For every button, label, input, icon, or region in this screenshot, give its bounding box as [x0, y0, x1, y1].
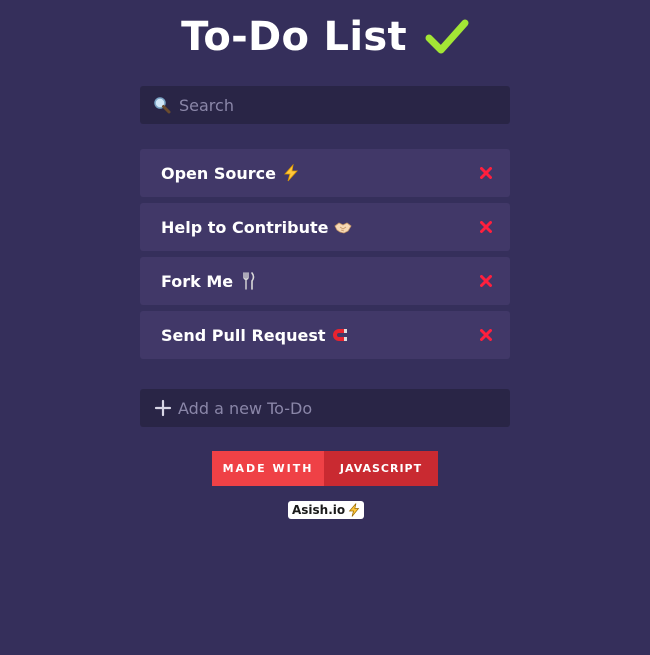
todo-text: Open Source [161, 164, 300, 183]
made-with-badge[interactable]: MADE WITH JAVASCRIPT [212, 451, 438, 486]
todo-app: To-Do List Open Source Help to Con [0, 0, 650, 655]
page-title: To-Do List [181, 14, 407, 60]
search-input[interactable] [179, 95, 479, 115]
badge-made-with: MADE WITH [212, 451, 324, 486]
todo-text: Help to Contribute [161, 218, 352, 237]
fork-and-knife-icon [243, 272, 255, 290]
delete-x-icon[interactable] [480, 221, 492, 233]
lightning-bolt-icon [284, 164, 298, 182]
delete-x-icon[interactable] [480, 167, 492, 179]
header: To-Do List [0, 14, 650, 60]
credit-badge[interactable]: Asish.io [288, 501, 365, 519]
lightning-bolt-icon [348, 503, 360, 517]
todo-item[interactable]: Send Pull Request [140, 311, 510, 359]
todo-label: Open Source [161, 163, 276, 183]
credit-label: Asish.io [292, 503, 346, 517]
todo-text: Fork Me [161, 272, 257, 291]
todo-list: Open Source Help to Contribute Fork Me S… [140, 149, 510, 365]
todo-label: Help to Contribute [161, 217, 329, 237]
todo-label: Send Pull Request [161, 325, 326, 345]
todo-text: Send Pull Request [161, 326, 349, 345]
delete-x-icon[interactable] [480, 275, 492, 287]
magnifying-glass-icon [154, 97, 171, 114]
todo-label: Fork Me [161, 271, 234, 291]
check-mark-icon [425, 19, 469, 54]
todo-item[interactable]: Help to Contribute [140, 203, 510, 251]
todo-item[interactable]: Fork Me [140, 257, 510, 305]
magnet-icon [333, 329, 348, 341]
handshake-icon [334, 222, 352, 234]
todo-item[interactable]: Open Source [140, 149, 510, 197]
delete-x-icon[interactable] [480, 329, 492, 341]
add-todo-input[interactable] [178, 398, 478, 418]
plus-icon [154, 399, 172, 417]
search-bar[interactable] [140, 86, 510, 124]
badge-javascript: JAVASCRIPT [324, 451, 438, 486]
add-todo-bar[interactable] [140, 389, 510, 427]
